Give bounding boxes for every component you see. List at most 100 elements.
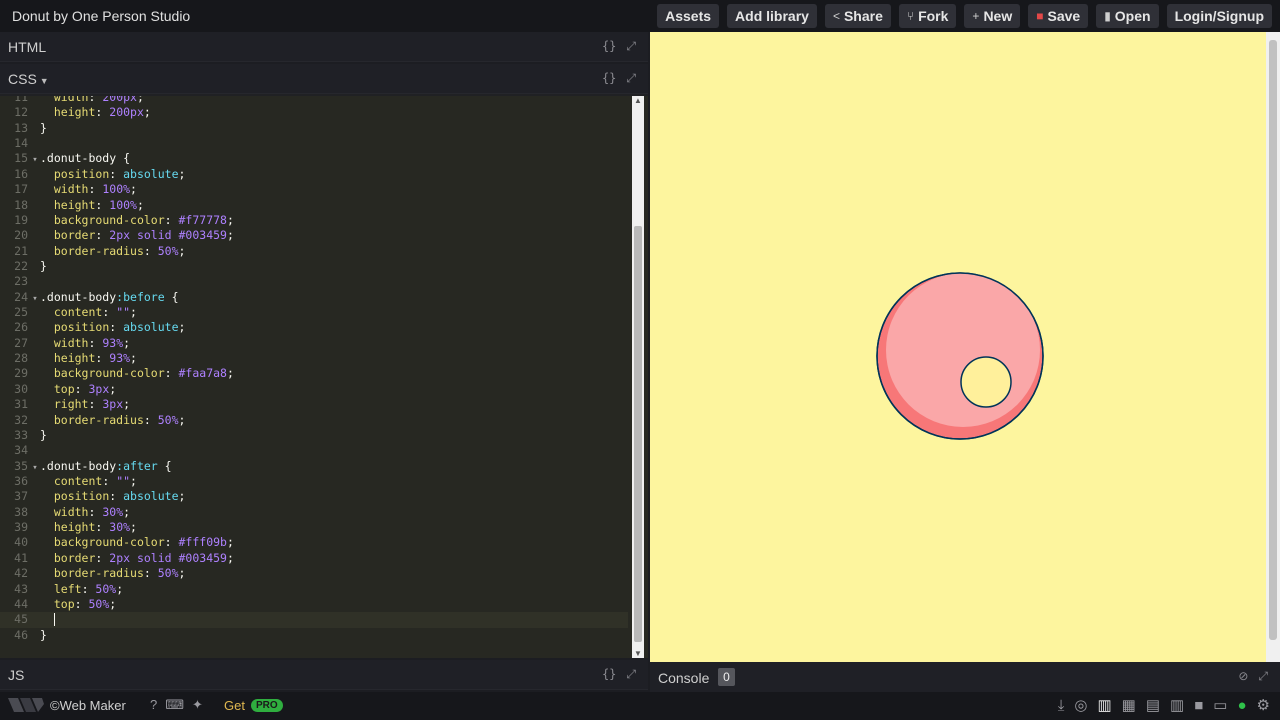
donut-hole [960, 356, 1012, 408]
code-text: border-radius: 50%; [53, 566, 186, 581]
html-pane-title: HTML [8, 39, 47, 55]
code-line[interactable]: 38 width: 30%; [0, 505, 628, 520]
add-library-button[interactable]: Add library [727, 4, 817, 28]
scroll-thumb[interactable] [634, 226, 642, 642]
code-line[interactable]: 27 width: 93%; [0, 336, 628, 351]
code-line[interactable]: 23 [0, 274, 628, 289]
line-number: 24 [14, 289, 28, 304]
layout-5-icon[interactable]: ■ [1194, 697, 1203, 714]
code-line[interactable]: 11 width: 200px; [0, 96, 628, 105]
code-line[interactable]: 15 ▾ .donut-body { [0, 151, 628, 166]
code-line[interactable]: 26 position: absolute; [0, 320, 628, 335]
save-icon: ■ [1036, 9, 1044, 23]
code-line[interactable]: 17 width: 100%; [0, 182, 628, 197]
html-pane-header[interactable]: HTML {} ⤢ [0, 32, 648, 62]
code-line[interactable]: 31 right: 3px; [0, 397, 628, 412]
get-pro-link[interactable]: Get PRO [224, 698, 283, 713]
preview-scroll-thumb[interactable] [1269, 40, 1277, 640]
code-line[interactable]: 43 left: 50%; [0, 582, 628, 597]
help-icon[interactable]: ? [150, 697, 157, 713]
fork-button[interactable]: ⑂ Fork [898, 4, 957, 28]
code-line[interactable]: 19 background-color: #f77778; [0, 213, 628, 228]
code-line[interactable]: 46 } [0, 628, 628, 643]
code-line[interactable]: 24 ▾ .donut-body:before { [0, 290, 628, 305]
layout-2-icon[interactable]: ▦ [1122, 696, 1136, 714]
code-text: left: 50%; [53, 581, 124, 596]
assets-button[interactable]: Assets [657, 4, 720, 28]
code-text: position: absolute; [53, 166, 186, 181]
editor-panes: HTML {} ⤢ CSS ▼ {} ⤢ 11 width: 200px; 12 h… [0, 32, 648, 690]
brand[interactable]: ©Web Maker [8, 696, 126, 714]
layout-1-icon[interactable]: ▥ [1097, 696, 1111, 714]
new-button[interactable]: + New [964, 4, 1021, 28]
code-line[interactable]: 39 height: 30%; [0, 520, 628, 535]
code-text: position: absolute; [53, 489, 186, 504]
line-number: 16 [14, 166, 28, 181]
scroll-up-icon[interactable]: ▲ [632, 96, 644, 105]
scroll-down-icon[interactable]: ▼ [632, 649, 644, 658]
chevron-down-icon[interactable]: ▼ [40, 76, 49, 86]
code-line[interactable]: 28 height: 93%; [0, 351, 628, 366]
keyboard-icon[interactable]: ⌨ [165, 697, 184, 713]
code-line[interactable]: 16 position: absolute; [0, 167, 628, 182]
js-pane-header[interactable]: JS {} ⤢ [0, 660, 648, 690]
download-icon[interactable]: ⤓ [1058, 697, 1065, 714]
code-line[interactable]: 37 position: absolute; [0, 489, 628, 504]
code-area[interactable]: 11 width: 200px; 12 height: 200px; 13 } 14 … [0, 96, 628, 643]
expand-icon[interactable]: ⤢ [1258, 669, 1268, 684]
code-line[interactable]: 44 top: 50%; [0, 597, 628, 612]
code-settings-icon[interactable]: {} [602, 39, 616, 54]
code-line[interactable]: 35 ▾ .donut-body:after { [0, 459, 628, 474]
expand-icon[interactable]: ⤢ [626, 39, 636, 54]
codepen-icon[interactable]: ◎ [1074, 696, 1087, 714]
code-line[interactable]: 22 } [0, 259, 628, 274]
code-line[interactable]: 42 border-radius: 50%; [0, 566, 628, 581]
code-line[interactable]: 14 [0, 136, 628, 151]
code-line[interactable]: 12 height: 200px; [0, 105, 628, 120]
detach-preview-icon[interactable]: ▭ [1213, 696, 1227, 714]
code-line[interactable]: 25 content: ""; [0, 305, 628, 320]
layout-4-icon[interactable]: ▥ [1170, 696, 1184, 714]
line-number: 27 [14, 335, 28, 350]
login-button[interactable]: Login/Signup [1166, 4, 1272, 28]
clear-console-icon[interactable]: ⊘ [1238, 669, 1248, 684]
code-settings-icon[interactable]: {} [602, 667, 616, 682]
code-line[interactable]: 29 background-color: #faa7a8; [0, 366, 628, 381]
code-line[interactable]: 45 [0, 612, 628, 628]
toolbar: Assets Add library < Share ⑂ Fork + New ■ Sa… [657, 4, 1272, 28]
line-number: 35 [14, 458, 28, 473]
open-button[interactable]: ▮ Open [1096, 4, 1159, 28]
expand-icon[interactable]: ⤢ [626, 667, 636, 682]
code-line[interactable]: 13 } [0, 121, 628, 136]
code-line[interactable]: 30 top: 3px; [0, 382, 628, 397]
new-label: New [983, 8, 1013, 24]
code-line[interactable]: 32 border-radius: 50%; [0, 413, 628, 428]
expand-icon[interactable]: ⤢ [626, 71, 636, 86]
notifications-icon[interactable]: ● [1237, 697, 1246, 714]
code-line[interactable]: 40 background-color: #fff09b; [0, 535, 628, 550]
css-pane-header[interactable]: CSS ▼ {} ⤢ [0, 64, 648, 94]
preview-scrollbar[interactable] [1266, 32, 1280, 662]
line-number: 18 [14, 197, 28, 212]
line-number: 28 [14, 351, 28, 366]
share-button[interactable]: < Share [824, 4, 891, 28]
css-editor[interactable]: 11 width: 200px; 12 height: 200px; 13 } 14 … [0, 94, 648, 658]
code-line[interactable]: 34 [0, 443, 628, 458]
twitter-icon[interactable]: ✦ [192, 697, 203, 713]
line-number: 33 [14, 427, 28, 442]
code-line[interactable]: 20 border: 2px solid #003459; [0, 228, 628, 243]
code-text: height: 30%; [53, 520, 137, 535]
code-line[interactable]: 21 border-radius: 50%; [0, 244, 628, 259]
preview-pane[interactable] [650, 32, 1280, 662]
line-number: 34 [14, 443, 28, 458]
editor-scrollbar[interactable]: ▲ ▼ [632, 96, 644, 658]
code-line[interactable]: 33 } [0, 428, 628, 443]
settings-gear-icon[interactable]: ⚙ [1257, 696, 1270, 714]
code-line[interactable]: 36 content: ""; [0, 474, 628, 489]
code-line[interactable]: 41 border: 2px solid #003459; [0, 551, 628, 566]
code-line[interactable]: 18 height: 100%; [0, 198, 628, 213]
console-bar[interactable]: Console 0 ⊘ ⤢ [650, 662, 1280, 692]
layout-3-icon[interactable]: ▤ [1146, 696, 1160, 714]
save-button[interactable]: ■ Save [1028, 4, 1089, 28]
code-settings-icon[interactable]: {} [602, 71, 616, 86]
